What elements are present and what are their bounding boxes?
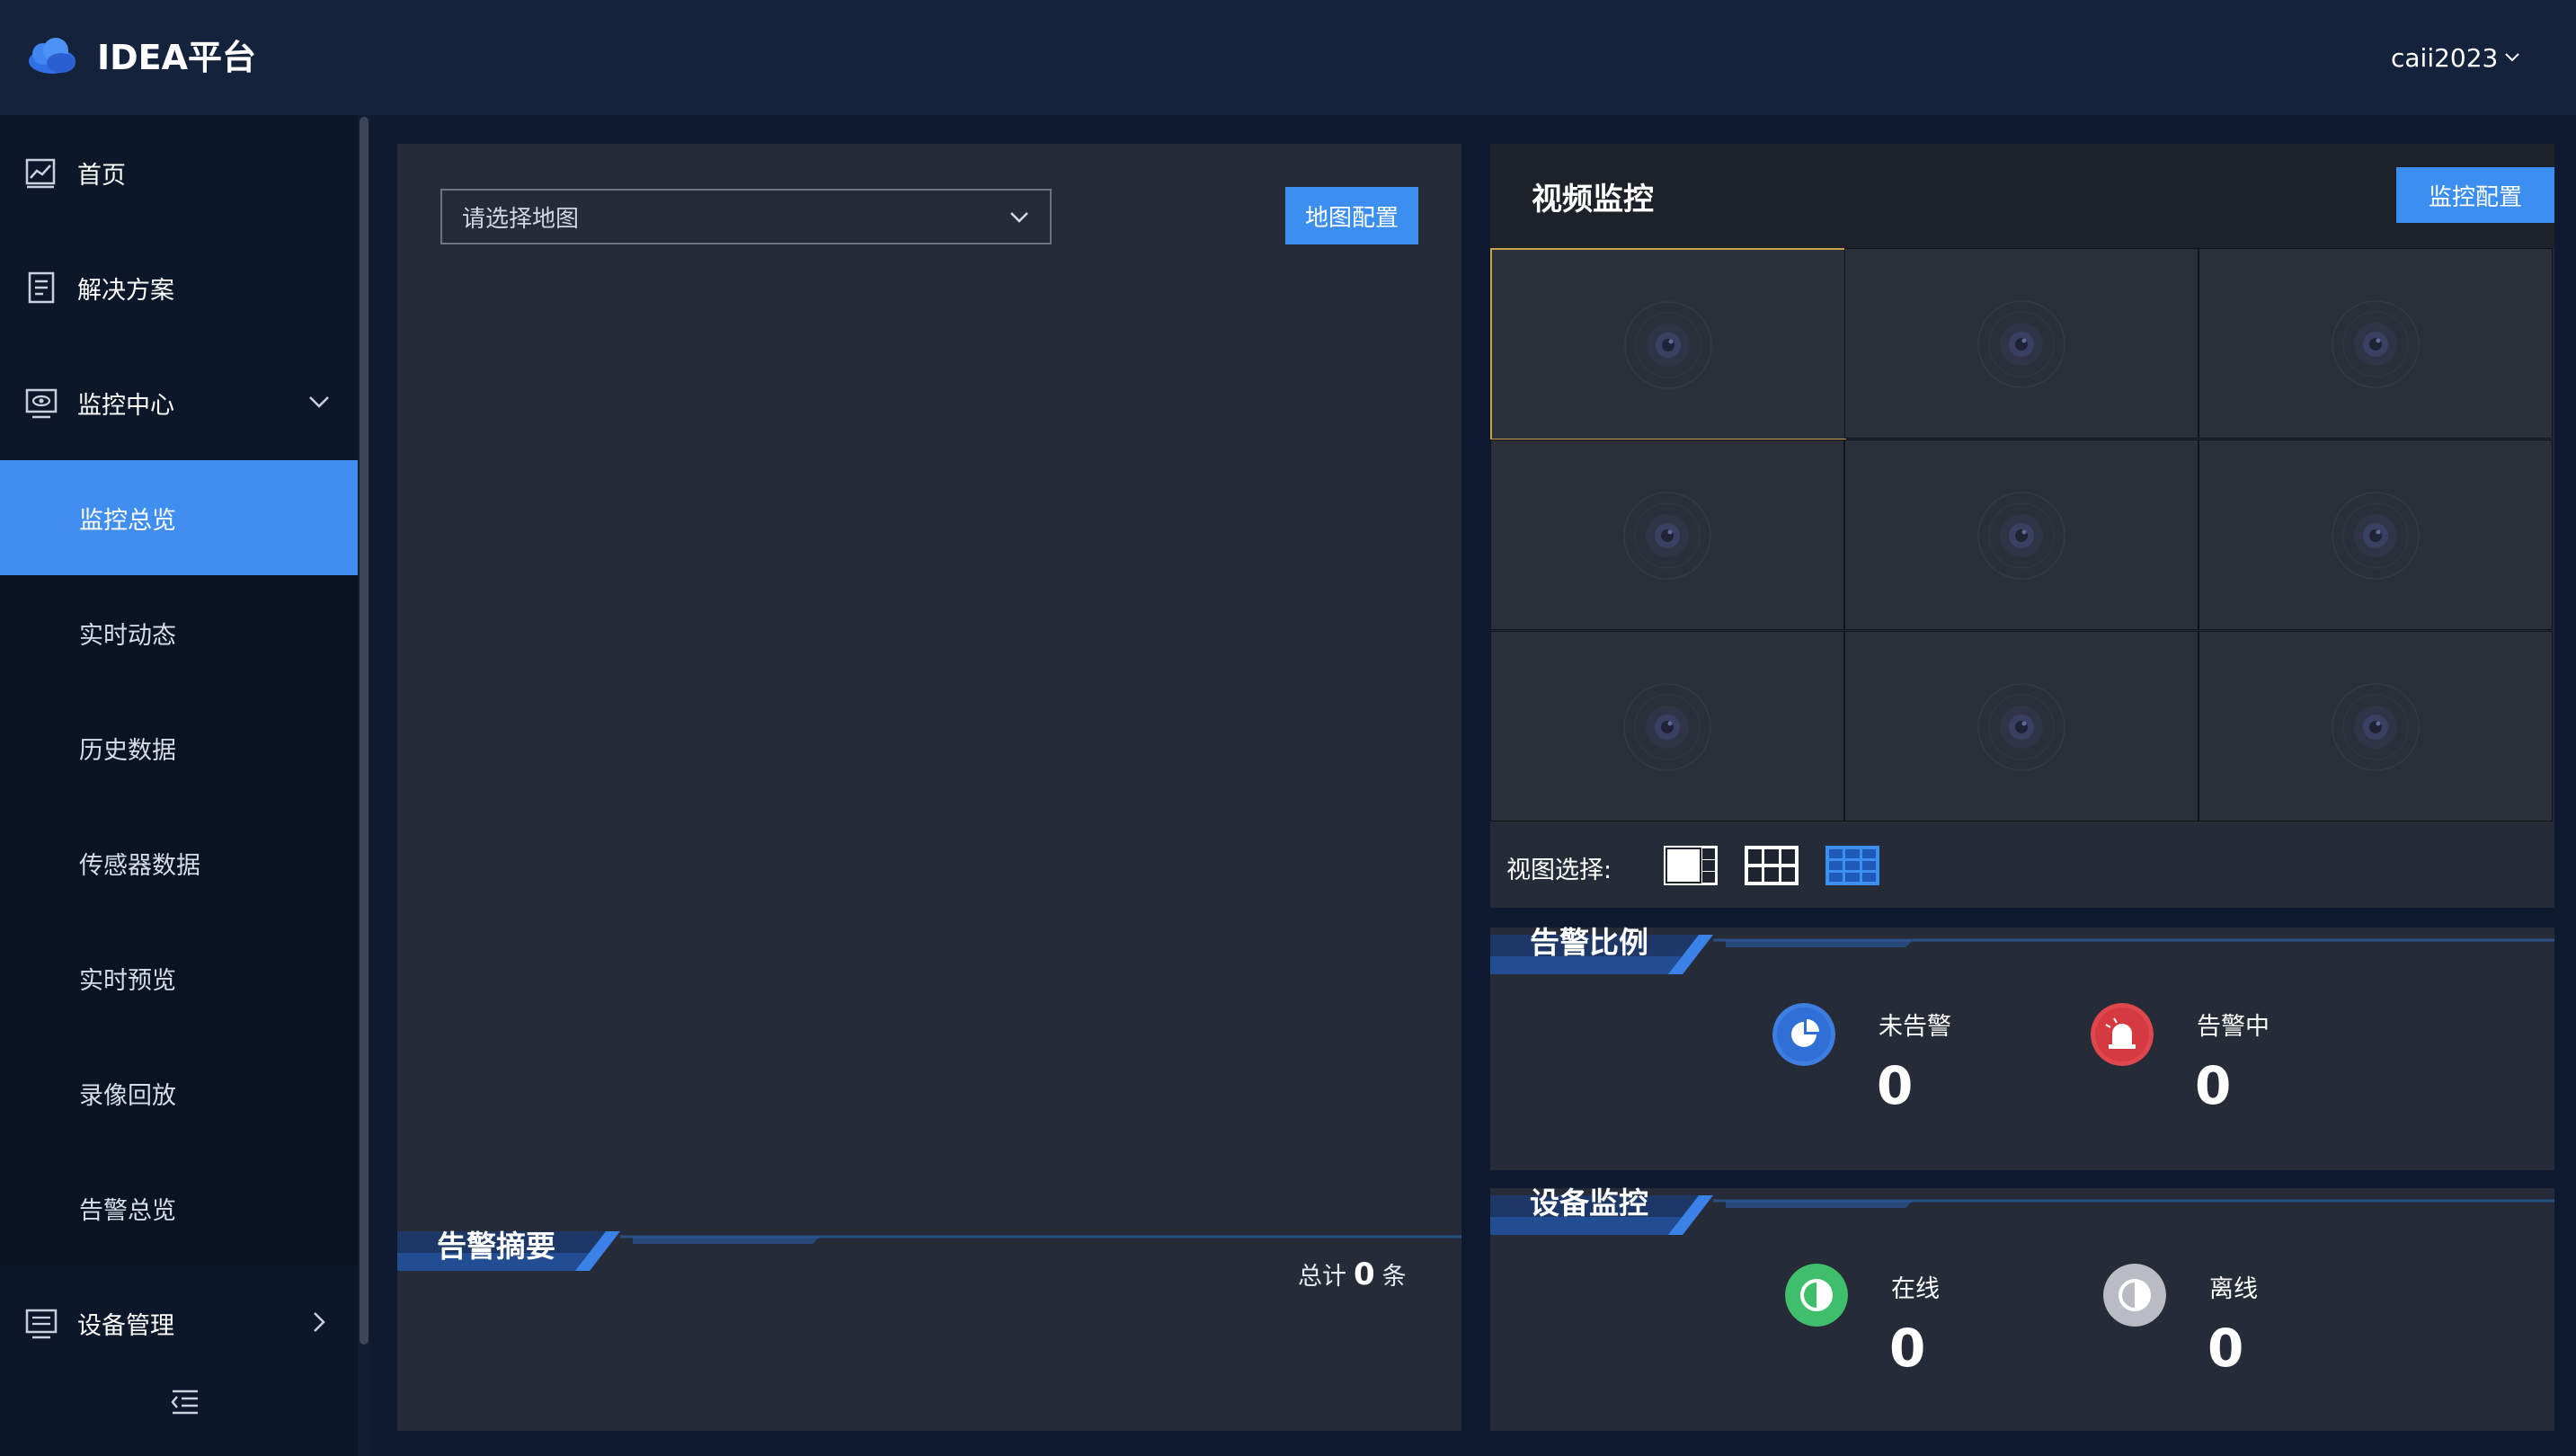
device-list-icon [25, 1309, 58, 1339]
sidebar-scrollbar-thumb[interactable] [360, 117, 369, 1345]
chart-line-icon [25, 158, 56, 189]
video-cell[interactable] [1844, 439, 2198, 630]
sidebar-item-playback[interactable]: 录像回放 [0, 1035, 358, 1150]
sidebar-item-history-data[interactable]: 历史数据 [0, 690, 358, 805]
sidebar-item-label: 实时动态 [79, 621, 176, 650]
layout-1plus5-icon[interactable] [1663, 845, 1719, 886]
sidebar-item-device-management[interactable]: 设备管理 [0, 1265, 358, 1381]
device-monitor-title: 设备监控 [1530, 1185, 1648, 1221]
cloud-logo-icon [29, 38, 76, 74]
video-cell[interactable] [2198, 248, 2553, 439]
alarm-ratio-title: 告警比例 [1530, 925, 1648, 960]
video-cell[interactable] [1490, 248, 1846, 440]
total-count: 0 [1354, 1256, 1375, 1292]
sidebar-item-solutions[interactable]: 解决方案 [0, 230, 358, 345]
chevron-down-icon [309, 396, 329, 408]
camera-placeholder-icon [1623, 683, 1711, 771]
total-prefix: 总计 [1298, 1263, 1346, 1291]
camera-placeholder-icon [2332, 683, 2420, 771]
sidebar-item-label: 设备管理 [77, 1311, 174, 1340]
view-select-label: 视图选择: [1506, 857, 1612, 884]
camera-placeholder-icon [1623, 492, 1711, 580]
user-name: caii2023 [2391, 42, 2499, 73]
online-value: 0 [1889, 1318, 1926, 1379]
video-cell[interactable] [1844, 248, 2198, 439]
no-alarm-value: 0 [1877, 1055, 1914, 1116]
video-cell[interactable] [2198, 439, 2553, 630]
top-header [0, 0, 2576, 115]
camera-placeholder-icon [1977, 683, 2065, 771]
video-cell[interactable] [2198, 631, 2553, 821]
offline-status-icon [2103, 1264, 2166, 1327]
offline-label: 离线 [2209, 1275, 2258, 1303]
camera-placeholder-icon [1977, 300, 2065, 388]
online-status-icon [1785, 1264, 1848, 1327]
chevron-down-icon [1010, 212, 1028, 223]
sidebar-item-live-preview[interactable]: 实时预览 [0, 920, 358, 1035]
user-menu[interactable]: caii2023 [2391, 40, 2521, 75]
siren-alarm-icon [2091, 1003, 2154, 1066]
sidebar-item-label: 监控总览 [79, 506, 176, 535]
sidebar-item-label: 实时预览 [79, 966, 176, 995]
alarming-value: 0 [2195, 1055, 2232, 1116]
alarm-summary-total: 总计 0 条 [1298, 1256, 1407, 1292]
sidebar-item-monitor-center[interactable]: 监控中心 [0, 345, 358, 460]
sidebar-item-label: 告警总览 [79, 1196, 176, 1225]
sidebar-item-monitor-overview[interactable]: 监控总览 [0, 460, 358, 575]
sidebar-item-realtime-activity[interactable]: 实时动态 [0, 575, 358, 690]
pie-chart-icon [1772, 1003, 1835, 1066]
sidebar-item-alarm-overview[interactable]: 告警总览 [0, 1150, 358, 1265]
app-title: IDEA平台 [97, 38, 257, 77]
chevron-down-icon [2505, 53, 2520, 62]
monitor-eye-icon [25, 388, 58, 419]
total-suffix: 条 [1381, 1263, 1407, 1291]
map-select-dropdown[interactable]: 请选择地图 [440, 189, 1052, 244]
sidebar-item-label: 历史数据 [79, 736, 176, 765]
chevron-right-icon [314, 1312, 325, 1332]
video-cell[interactable] [1490, 631, 1844, 821]
layout-3x3-icon[interactable] [1825, 845, 1880, 886]
layout-2x3-icon[interactable] [1744, 845, 1799, 886]
map-select-placeholder: 请选择地图 [462, 205, 580, 233]
camera-placeholder-icon [2332, 492, 2420, 580]
sidebar-item-label: 传感器数据 [79, 851, 200, 880]
sidebar-item-label: 监控中心 [77, 391, 174, 420]
online-label: 在线 [1891, 1275, 1940, 1303]
section-banner-decoration [1490, 935, 2554, 974]
video-panel-title: 视频监控 [1532, 182, 1654, 218]
alarming-label: 告警中 [2197, 1013, 2270, 1041]
section-banner-decoration [1490, 1195, 2554, 1235]
video-cell[interactable] [1844, 631, 2198, 821]
map-config-button[interactable]: 地图配置 [1285, 187, 1418, 244]
sidebar: 首页 解决方案 监控中心 监控总览 实时动态 历史数据 传感器数据 实时预览 录… [0, 115, 358, 1456]
no-alarm-label: 未告警 [1879, 1013, 1951, 1041]
offline-value: 0 [2207, 1318, 2244, 1379]
camera-placeholder-icon [1624, 301, 1712, 389]
sidebar-item-label: 录像回放 [79, 1081, 176, 1110]
camera-placeholder-icon [1977, 492, 2065, 580]
document-icon [28, 271, 55, 304]
sidebar-item-label: 解决方案 [77, 276, 174, 305]
camera-placeholder-icon [2332, 300, 2420, 388]
sidebar-item-home[interactable]: 首页 [0, 115, 358, 230]
sidebar-item-sensor-data[interactable]: 传感器数据 [0, 805, 358, 920]
collapse-menu-icon[interactable] [167, 1384, 203, 1420]
sidebar-item-label: 首页 [77, 161, 126, 190]
alarm-summary-title: 告警摘要 [437, 1229, 555, 1264]
video-cell[interactable] [1490, 439, 1844, 630]
monitor-config-button[interactable]: 监控配置 [2396, 167, 2554, 223]
